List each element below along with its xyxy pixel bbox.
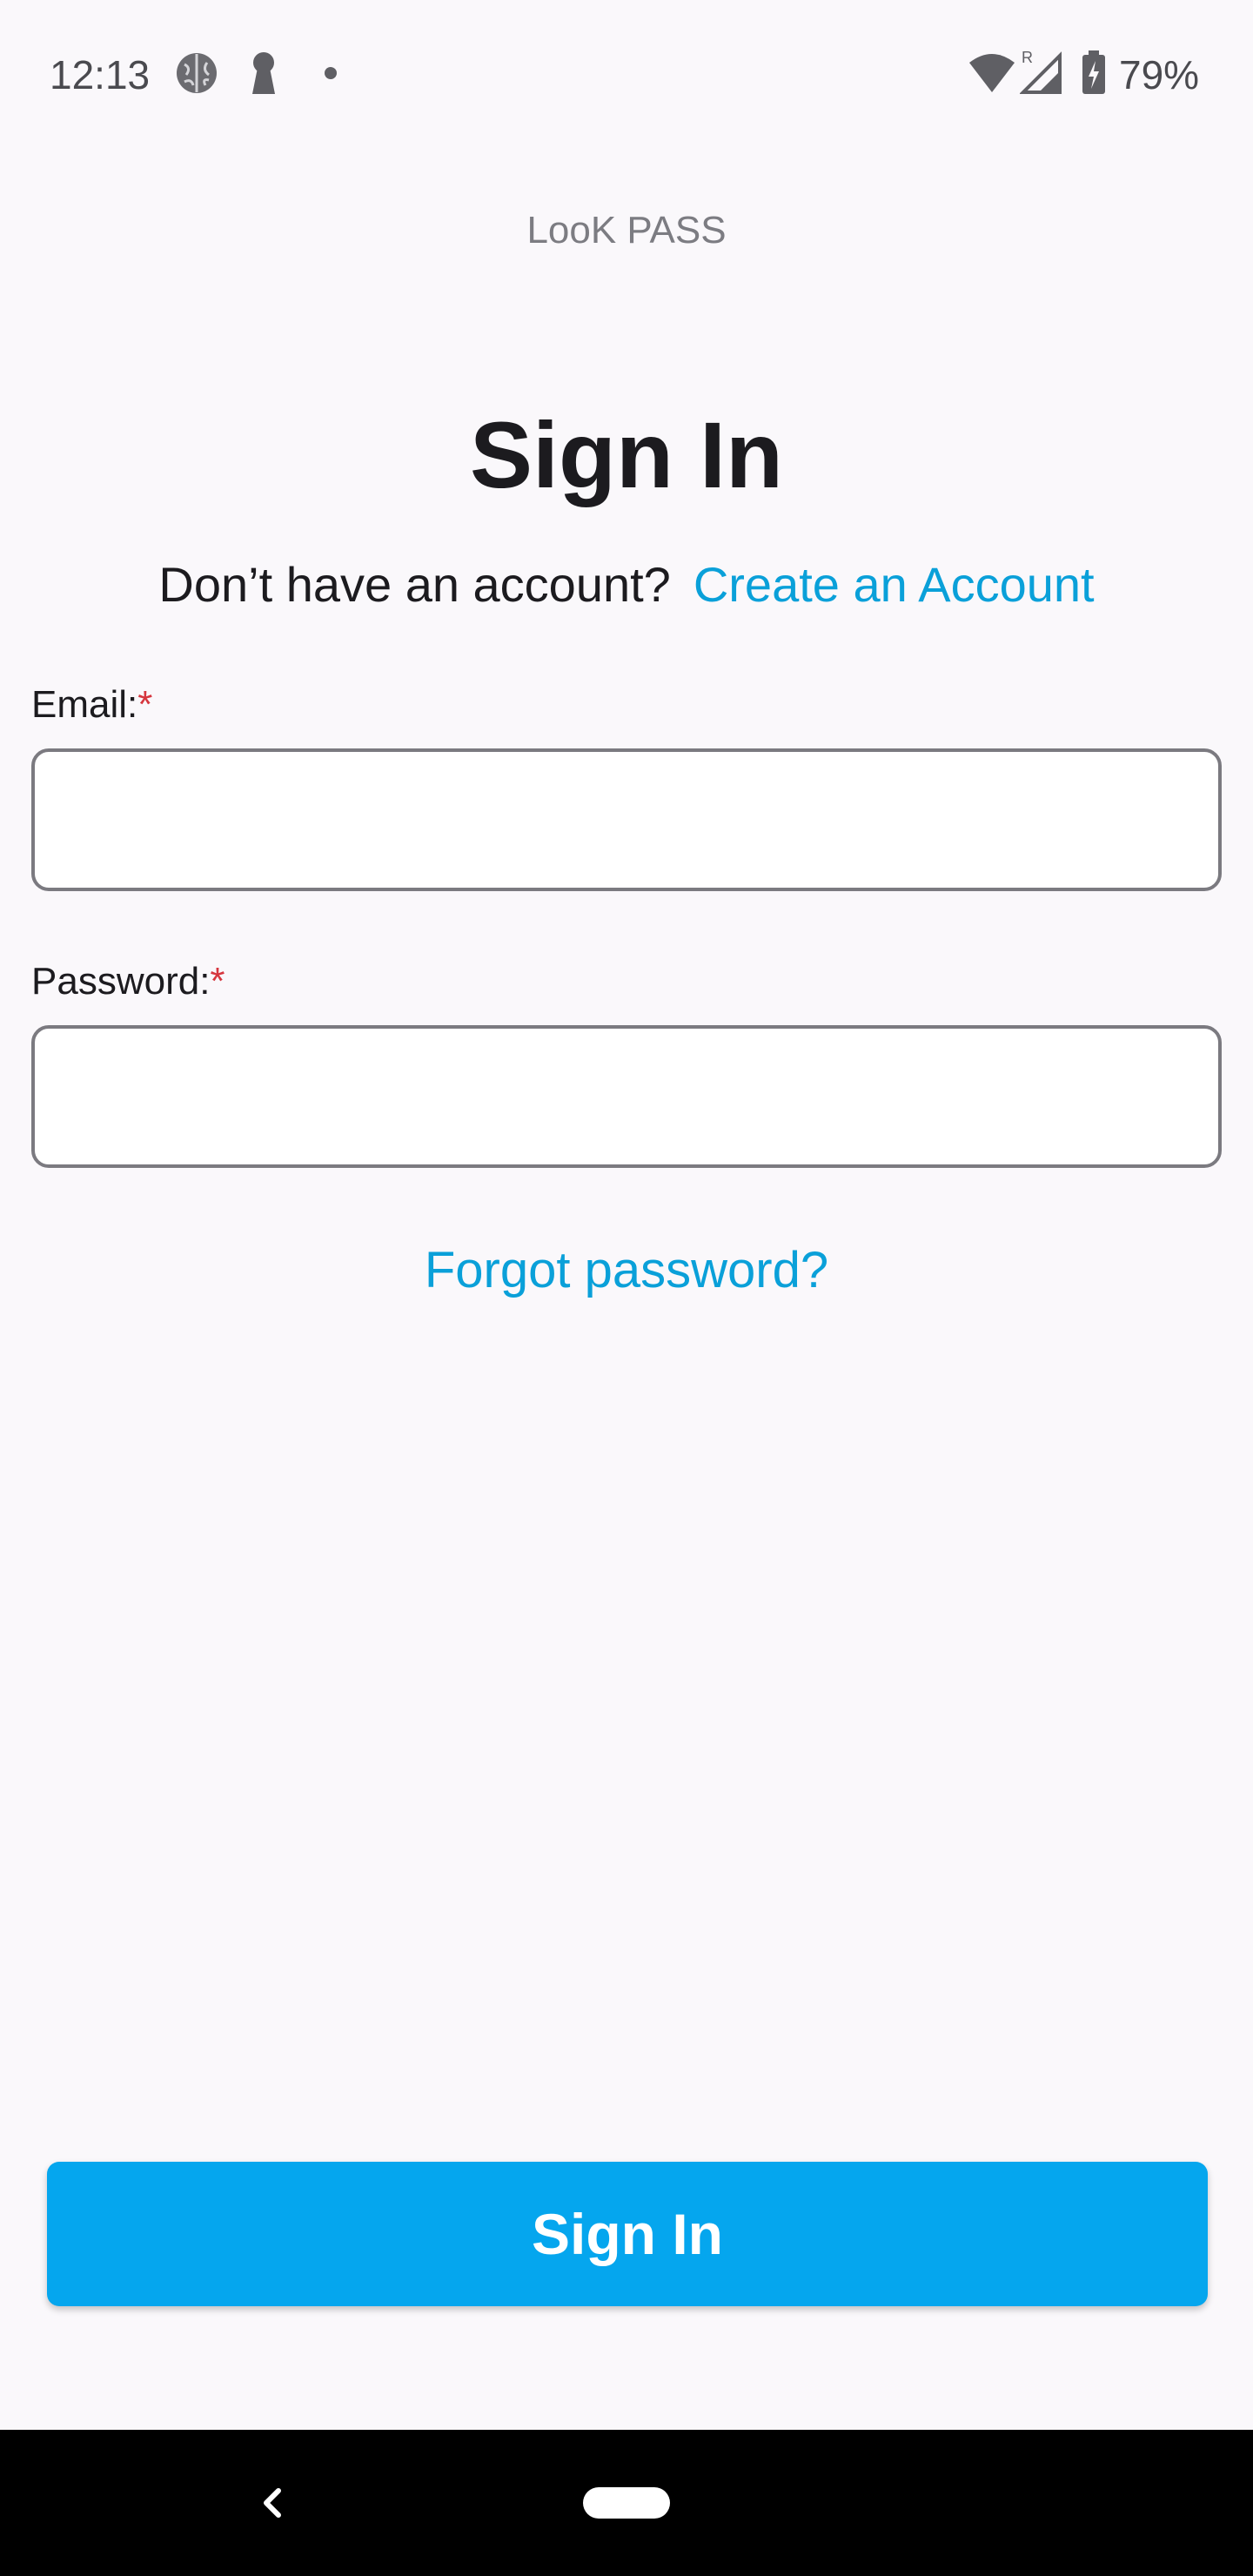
create-account-link[interactable]: Create an Account	[694, 557, 1095, 612]
status-time: 12:13	[50, 52, 151, 97]
svg-text:R: R	[1022, 49, 1033, 66]
forgot-password-row: Forgot password?	[0, 1236, 1253, 1305]
app-title: LooK PASS	[526, 209, 727, 252]
forgot-password-link[interactable]: Forgot password?	[425, 1242, 828, 1298]
home-pill-button[interactable]	[583, 2487, 670, 2519]
signup-prompt: Don’t have an account?	[158, 557, 671, 612]
brain-icon	[177, 53, 217, 93]
dot-icon	[325, 67, 337, 79]
sign-in-button[interactable]: Sign In	[47, 2162, 1208, 2306]
required-star: *	[210, 960, 225, 1003]
password-field[interactable]	[31, 1025, 1222, 1168]
wifi-icon	[969, 54, 1015, 92]
email-label: Email:*	[31, 679, 152, 731]
battery-percentage: 79%	[1119, 52, 1200, 97]
back-icon[interactable]	[252, 2472, 287, 2534]
required-star: *	[137, 683, 153, 726]
battery-charging-icon	[1082, 50, 1105, 94]
signup-row: Don’t have an account? Create an Account	[0, 550, 1253, 620]
signal-roaming-icon: R	[1020, 49, 1062, 94]
email-field[interactable]	[31, 748, 1222, 891]
keyhole-icon	[252, 52, 275, 94]
password-label: Password:*	[31, 956, 225, 1008]
password-label-text: Password:	[31, 960, 211, 1003]
page-title: Sign In	[470, 402, 783, 507]
status-bar: 12:13 R 79%	[0, 0, 1253, 148]
navigation-bar	[0, 2430, 1253, 2576]
email-label-text: Email:	[31, 683, 138, 726]
